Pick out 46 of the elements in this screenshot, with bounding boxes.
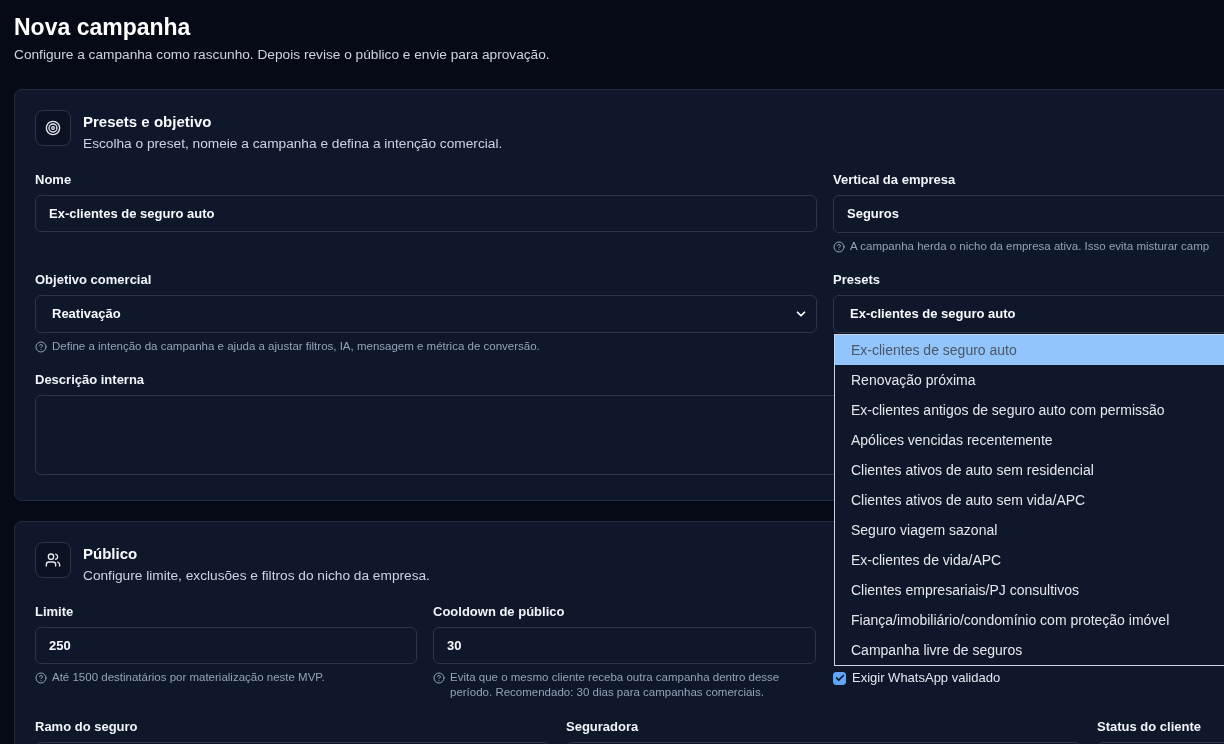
hint-text: Define a intenção da campanha e ajuda a ajustar filtros, IA, mensagem e métrica de conversão. bbox=[52, 339, 540, 354]
text-field[interactable]: Seguros bbox=[833, 195, 1224, 233]
text-field[interactable]: 250 bbox=[35, 627, 417, 664]
section-title: Presets e objetivo bbox=[83, 112, 212, 132]
page-subtitle: Configure a campanha como rascunho. Depois revise o público e envie para aprovação. bbox=[14, 47, 550, 63]
dropdown-option[interactable]: Renovação próxima bbox=[835, 365, 1224, 395]
dropdown-option[interactable]: Ex-clientes antigos de seguro auto com permissão bbox=[835, 395, 1224, 425]
section-description: Configure limite, exclusões e filtros do nicho da empresa. bbox=[83, 567, 430, 585]
help-icon bbox=[35, 340, 47, 353]
section-title: Público bbox=[83, 544, 138, 564]
dropdown-option[interactable]: Ex-clientes de seguro auto bbox=[835, 335, 1224, 365]
field-label: Presets bbox=[833, 272, 880, 288]
select-field[interactable]: Ex-clientes de seguro auto bbox=[833, 295, 1224, 333]
dropdown-option[interactable]: Clientes ativos de auto sem residencial bbox=[835, 455, 1224, 485]
page-title: Nova campanha bbox=[14, 13, 191, 42]
field-label: Ramo do seguro bbox=[35, 719, 138, 735]
target-icon bbox=[35, 110, 71, 146]
hint-text: A campanha herda o nicho da empresa ativa. Isso evita misturar camp bbox=[850, 239, 1210, 254]
field-label: Seguradora bbox=[566, 719, 639, 735]
section-description: Escolha o preset, nomeie a campanha e defina a intenção comercial. bbox=[83, 135, 503, 153]
dropdown-option[interactable]: Apólices vencidas recentemente bbox=[835, 425, 1224, 455]
checkbox[interactable] bbox=[833, 671, 846, 685]
select-field[interactable]: Reativação bbox=[35, 295, 817, 333]
text-field[interactable]: 30 bbox=[433, 627, 816, 664]
field-label: Descrição interna bbox=[35, 372, 145, 388]
field-label: Nome bbox=[35, 172, 72, 188]
dropdown-option[interactable]: Clientes empresariais/PJ consultivos bbox=[835, 575, 1224, 605]
hint-text: Até 1500 destinatários por materialização neste MVP. bbox=[52, 670, 325, 685]
field-label: Objetivo comercial bbox=[35, 272, 152, 288]
dropdown-option[interactable]: Campanha livre de seguros bbox=[835, 635, 1224, 665]
dropdown-option[interactable]: Clientes ativos de auto sem vida/APC bbox=[835, 485, 1224, 515]
dropdown-option[interactable]: Seguro viagem sazonal bbox=[835, 515, 1224, 545]
checkbox-label: Exigir WhatsApp validado bbox=[852, 670, 1001, 686]
field-label: Status do cliente bbox=[1097, 719, 1202, 735]
help-icon bbox=[833, 240, 845, 253]
field-label: Vertical da empresa bbox=[833, 172, 956, 188]
dropdown-option[interactable]: Ex-clientes de vida/APC bbox=[835, 545, 1224, 575]
users-icon bbox=[35, 542, 71, 578]
hint-text: Evita que o mesmo cliente receba outra campanha dentro desse período. Recomendado: 30 dias para campanhas comerciais. bbox=[450, 670, 781, 700]
dropdown-option[interactable]: Fiança/imobiliário/condomínio com proteção imóvel bbox=[835, 605, 1224, 635]
text-field[interactable]: Ex-clientes de seguro auto bbox=[35, 195, 817, 232]
field-label: Limite bbox=[35, 604, 74, 620]
help-icon bbox=[35, 671, 47, 684]
help-icon bbox=[433, 671, 445, 684]
field-label: Cooldown de público bbox=[433, 604, 565, 620]
check-icon bbox=[834, 673, 845, 683]
